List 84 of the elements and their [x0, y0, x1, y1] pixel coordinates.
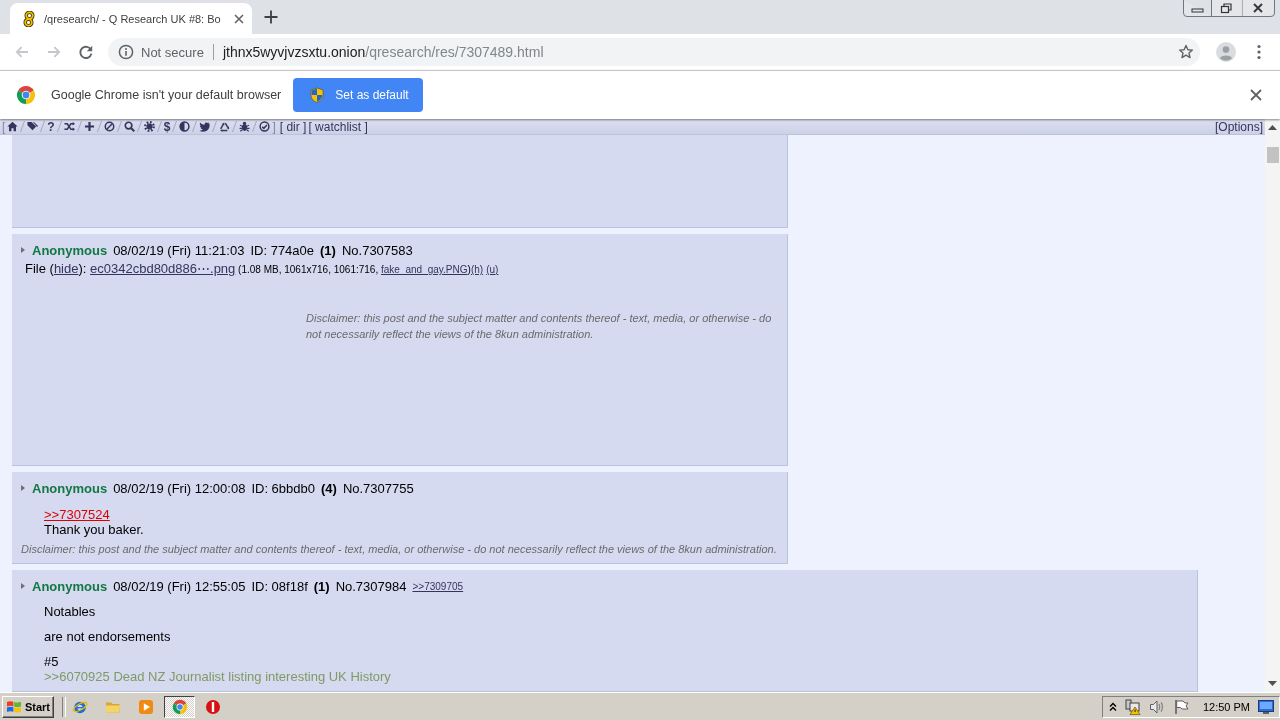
security-label: Not secure — [141, 44, 204, 60]
scroll-up-icon[interactable] — [1268, 125, 1277, 130]
infobar-message: Google Chrome isn't your default browser — [51, 88, 282, 102]
flag-logo-icon — [6, 699, 22, 714]
file-link[interactable]: ec0342cbd80d886⋯.png — [90, 261, 236, 276]
file-info: File (hide): ec0342cbd80d886⋯.png (1.08 MB, 1061x716, 1061:716, fake_and_gay.PNG)(h) (u) — [24, 261, 500, 276]
file-link[interactable]: (u) — [486, 264, 499, 275]
exclamation-icon — [205, 698, 221, 715]
id-post-count: (1) — [320, 242, 336, 258]
recycle-icon[interactable] — [219, 121, 231, 132]
contrast-icon[interactable] — [179, 121, 191, 132]
ban-icon[interactable] — [103, 121, 115, 132]
post-date: 08/02/19 (Fri) 12:00:08 — [113, 480, 246, 496]
poster-name: Anonymous — [32, 480, 108, 496]
browser-logo-icon — [171, 698, 188, 715]
poster-id: ID: 08f18f — [251, 578, 308, 594]
toolbar-bracket: ] — [272, 119, 276, 134]
plus-icon[interactable] — [83, 121, 95, 132]
browser-tab[interactable]: /qresearch/ - Q Research UK #8: Bo — [10, 3, 252, 34]
more-menu-icon[interactable] — [1257, 44, 1261, 60]
browser-logo-icon — [16, 85, 36, 105]
avatar-icon[interactable] — [1216, 42, 1236, 62]
post-number[interactable]: No.7307583 — [341, 242, 413, 258]
set-default-button[interactable]: Set as default — [293, 78, 423, 112]
toolbar-glyph-link[interactable]: ? — [47, 119, 55, 134]
close-button[interactable] — [1242, 0, 1275, 17]
poster-name: Anonymous — [32, 578, 108, 594]
id-post-count: (1) — [313, 578, 330, 594]
restore-button[interactable] — [1211, 0, 1242, 17]
start-button[interactable]: Start — [2, 695, 54, 718]
board-link[interactable]: [ dir ] — [279, 119, 307, 134]
options-link[interactable]: [Options] — [1214, 119, 1263, 134]
shuffle-icon[interactable] — [63, 121, 75, 132]
triangle-icon[interactable] — [21, 485, 25, 491]
address-bar[interactable]: Not secure jthnx5wyvjvzsxtu.onion/qresearch/res/7307489.html — [108, 38, 1200, 66]
reload-icon[interactable] — [78, 44, 94, 60]
poster-id: ID: 774a0e — [250, 242, 315, 258]
star-icon[interactable] — [1178, 44, 1194, 60]
triangle-icon[interactable] — [21, 583, 25, 589]
close-icon[interactable] — [234, 13, 244, 24]
tray-clock: 12:50 PM — [1202, 700, 1250, 713]
disclaimer-text: Disclaimer: this post and the subject matter and contents thereof - text, media, or otherwise - do not necessarily reflect the views of the 8kun administration. — [306, 311, 773, 342]
post-text: Notables — [44, 604, 97, 619]
post-text: are not endorsements — [44, 629, 172, 644]
reply-link[interactable]: >>7307524 — [44, 507, 110, 522]
post-text: #5 — [44, 654, 60, 669]
taskbar-button[interactable] — [164, 695, 195, 718]
poster-name: Anonymous — [32, 242, 108, 258]
home-icon[interactable] — [7, 121, 19, 132]
toolbar-bracket: [ — [2, 119, 6, 134]
file-link[interactable]: hide — [53, 261, 79, 276]
gear-icon[interactable] — [143, 121, 155, 132]
check-circle-icon[interactable] — [259, 121, 271, 132]
disclaimer-text: Disclaimer: this post and the subject matter and contents thereof - text, media, or otherwise - do not necessarily reflect the views of the 8kun administration. — [21, 543, 778, 556]
double-chevron-icon[interactable] — [1108, 701, 1117, 712]
backlink[interactable]: >>7309705 — [412, 580, 464, 592]
close-icon[interactable] — [1250, 89, 1262, 101]
tag-icon[interactable] — [27, 121, 39, 132]
id-post-count: (4) — [321, 480, 337, 496]
poster-id: ID: 6bbdb0 — [251, 480, 315, 496]
figure-eight-icon — [21, 10, 37, 27]
shield-icon — [309, 87, 326, 103]
post-date: 08/02/19 (Fri) 11:21:03 — [113, 242, 245, 258]
monitor-icon[interactable] — [1258, 699, 1274, 714]
toolbar-glyph-link[interactable]: $ — [163, 119, 171, 134]
board-link[interactable]: [ watchlist ] — [308, 119, 368, 134]
bug-icon[interactable] — [239, 121, 251, 132]
flag-icon[interactable] — [1172, 698, 1189, 715]
plus-icon[interactable] — [264, 10, 278, 24]
url-text: jthnx5wyvjvzsxtu.onion/qresearch/res/7307489.html — [222, 44, 544, 60]
search-icon[interactable] — [123, 121, 135, 132]
scroll-down-icon[interactable] — [1268, 681, 1277, 686]
scrollbar-thumb[interactable] — [1266, 147, 1279, 163]
post-number[interactable]: No.7307984 — [335, 578, 407, 594]
file-link[interactable]: fake_and_gay.PNG — [381, 264, 468, 275]
network-warning-icon[interactable] — [1124, 698, 1141, 715]
post-date: 08/02/19 (Fri) 12:55:05 — [113, 578, 246, 594]
bird-icon[interactable] — [199, 121, 211, 132]
info-icon[interactable] — [118, 44, 134, 60]
triangle-icon[interactable] — [21, 247, 25, 253]
speaker-icon[interactable] — [1148, 698, 1165, 715]
post-number[interactable]: No.7307755 — [342, 480, 414, 496]
minimize-button[interactable] — [1183, 0, 1211, 17]
post-text: Thank you baker. — [44, 522, 145, 537]
